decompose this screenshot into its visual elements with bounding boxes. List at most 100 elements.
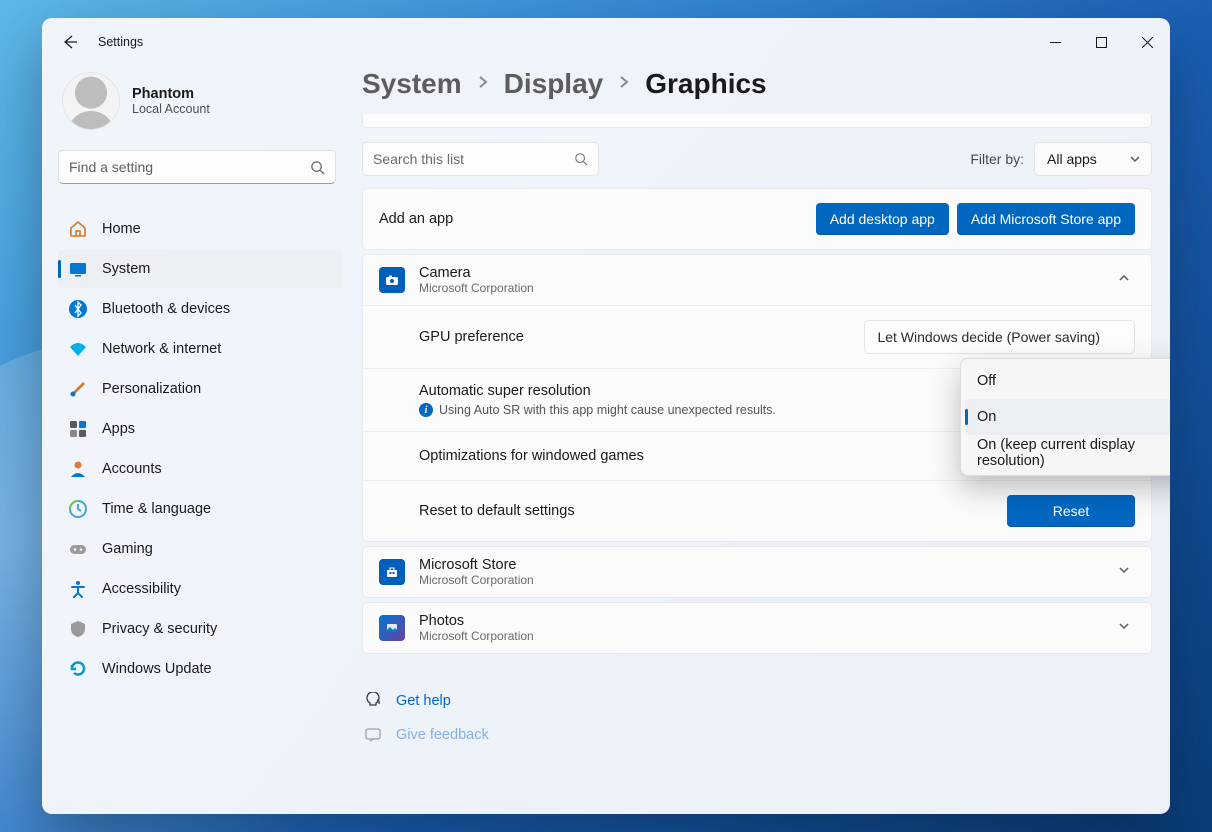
nav-label: Accounts (102, 461, 162, 477)
app-publisher: Microsoft Corporation (419, 573, 534, 587)
app-name: Microsoft Store (419, 557, 534, 573)
feedback-icon (364, 726, 382, 744)
bluetooth-icon (68, 299, 88, 319)
nav-accessibility[interactable]: Accessibility (58, 570, 342, 608)
profile-sub: Local Account (132, 102, 210, 116)
chevron-down-icon[interactable] (1117, 619, 1135, 637)
sidebar: Phantom Local Account Find a setting Hom… (42, 66, 352, 814)
nav-privacy[interactable]: Privacy & security (58, 610, 342, 648)
nav-label: Accessibility (102, 581, 181, 597)
search-icon (574, 152, 588, 166)
nav-time[interactable]: Time & language (58, 490, 342, 528)
nav-gaming[interactable]: Gaming (58, 530, 342, 568)
app-publisher: Microsoft Corporation (419, 281, 534, 295)
nav-label: Home (102, 221, 141, 237)
nav-network[interactable]: Network & internet (58, 330, 342, 368)
gaming-icon (68, 539, 88, 559)
search-icon (310, 160, 325, 175)
nav-label: Personalization (102, 381, 201, 397)
shield-icon (68, 619, 88, 639)
app-photos-header[interactable]: Photos Microsoft Corporation (363, 603, 1151, 653)
add-app-card: Add an app Add desktop app Add Microsoft… (362, 188, 1152, 250)
list-bar: Search this list Filter by: All apps (362, 142, 1152, 176)
app-store-header[interactable]: Microsoft Store Microsoft Corporation (363, 547, 1151, 597)
auto-sr-dropdown-popup: Off On On (keep current display resoluti… (960, 358, 1170, 476)
add-app-label: Add an app (379, 211, 453, 227)
chevron-down-icon (1129, 153, 1141, 165)
sidebar-search[interactable]: Find a setting (58, 150, 336, 184)
reset-row: Reset to default settings Reset (363, 480, 1151, 541)
previous-card-slice (362, 114, 1152, 128)
chevron-right-icon (617, 75, 631, 94)
nav-home[interactable]: Home (58, 210, 342, 248)
windowed-opt-label: Optimizations for windowed games (419, 448, 644, 464)
nav-apps[interactable]: Apps (58, 410, 342, 448)
feedback-row: Give feedback (362, 718, 1152, 752)
store-icon (379, 559, 405, 585)
breadcrumb-display[interactable]: Display (504, 68, 604, 100)
info-icon: i (419, 403, 433, 417)
minimize-button[interactable] (1032, 25, 1078, 59)
give-feedback-link[interactable]: Give feedback (396, 727, 489, 743)
nav-label: Time & language (102, 501, 211, 517)
filter-select[interactable]: All apps (1034, 142, 1152, 176)
popup-option-on-keep[interactable]: On (keep current display resolution) (965, 435, 1170, 471)
reset-button[interactable]: Reset (1007, 495, 1135, 527)
app-store-card: Microsoft Store Microsoft Corporation (362, 546, 1152, 598)
list-search-placeholder: Search this list (373, 151, 464, 167)
camera-icon (379, 267, 405, 293)
nav-update[interactable]: Windows Update (58, 650, 342, 688)
gpu-preference-select[interactable]: Let Windows decide (Power saving) (864, 320, 1135, 354)
nav-label: System (102, 261, 150, 277)
nav-label: Gaming (102, 541, 153, 557)
help-icon (364, 692, 382, 710)
settings-window: Settings Phantom Local Account Find a se… (42, 18, 1170, 814)
nav: Home System Bluetooth & devices Network … (58, 210, 342, 688)
titlebar: Settings (42, 18, 1170, 66)
popup-option-on[interactable]: On (965, 399, 1170, 435)
filter-value: All apps (1047, 151, 1097, 167)
nav-label: Windows Update (102, 661, 212, 677)
time-icon (68, 499, 88, 519)
photos-icon (379, 615, 405, 641)
brush-icon (68, 379, 88, 399)
gpu-preference-label: GPU preference (419, 329, 524, 345)
nav-system[interactable]: System (58, 250, 342, 288)
apps-icon (68, 419, 88, 439)
window-controls (1032, 25, 1170, 59)
home-icon (68, 219, 88, 239)
get-help-link[interactable]: Get help (396, 693, 451, 709)
nav-bluetooth[interactable]: Bluetooth & devices (58, 290, 342, 328)
popup-option-off[interactable]: Off (965, 363, 1170, 399)
chevron-up-icon[interactable] (1117, 271, 1135, 289)
gpu-preference-value: Let Windows decide (Power saving) (877, 329, 1100, 345)
update-icon (68, 659, 88, 679)
breadcrumb-system[interactable]: System (362, 68, 462, 100)
nav-label: Bluetooth & devices (102, 301, 230, 317)
nav-personalization[interactable]: Personalization (58, 370, 342, 408)
add-desktop-app-button[interactable]: Add desktop app (816, 203, 949, 235)
nav-accounts[interactable]: Accounts (58, 450, 342, 488)
avatar (62, 72, 120, 130)
reset-label: Reset to default settings (419, 503, 575, 519)
nav-label: Apps (102, 421, 135, 437)
wifi-icon (68, 339, 88, 359)
nav-label: Privacy & security (102, 621, 217, 637)
app-publisher: Microsoft Corporation (419, 629, 534, 643)
auto-sr-warning: Using Auto SR with this app might cause … (439, 403, 776, 417)
back-button[interactable] (50, 22, 90, 62)
nav-label: Network & internet (102, 341, 221, 357)
list-search[interactable]: Search this list (362, 142, 599, 176)
accessibility-icon (68, 579, 88, 599)
chevron-right-icon (476, 75, 490, 94)
app-camera-header[interactable]: Camera Microsoft Corporation (363, 255, 1151, 305)
filter-label: Filter by: (970, 151, 1024, 167)
profile[interactable]: Phantom Local Account (58, 66, 342, 150)
breadcrumb: System Display Graphics (362, 68, 1152, 100)
add-store-app-button[interactable]: Add Microsoft Store app (957, 203, 1135, 235)
close-button[interactable] (1124, 25, 1170, 59)
system-icon (68, 259, 88, 279)
maximize-button[interactable] (1078, 25, 1124, 59)
chevron-down-icon[interactable] (1117, 563, 1135, 581)
profile-name: Phantom (132, 86, 210, 102)
